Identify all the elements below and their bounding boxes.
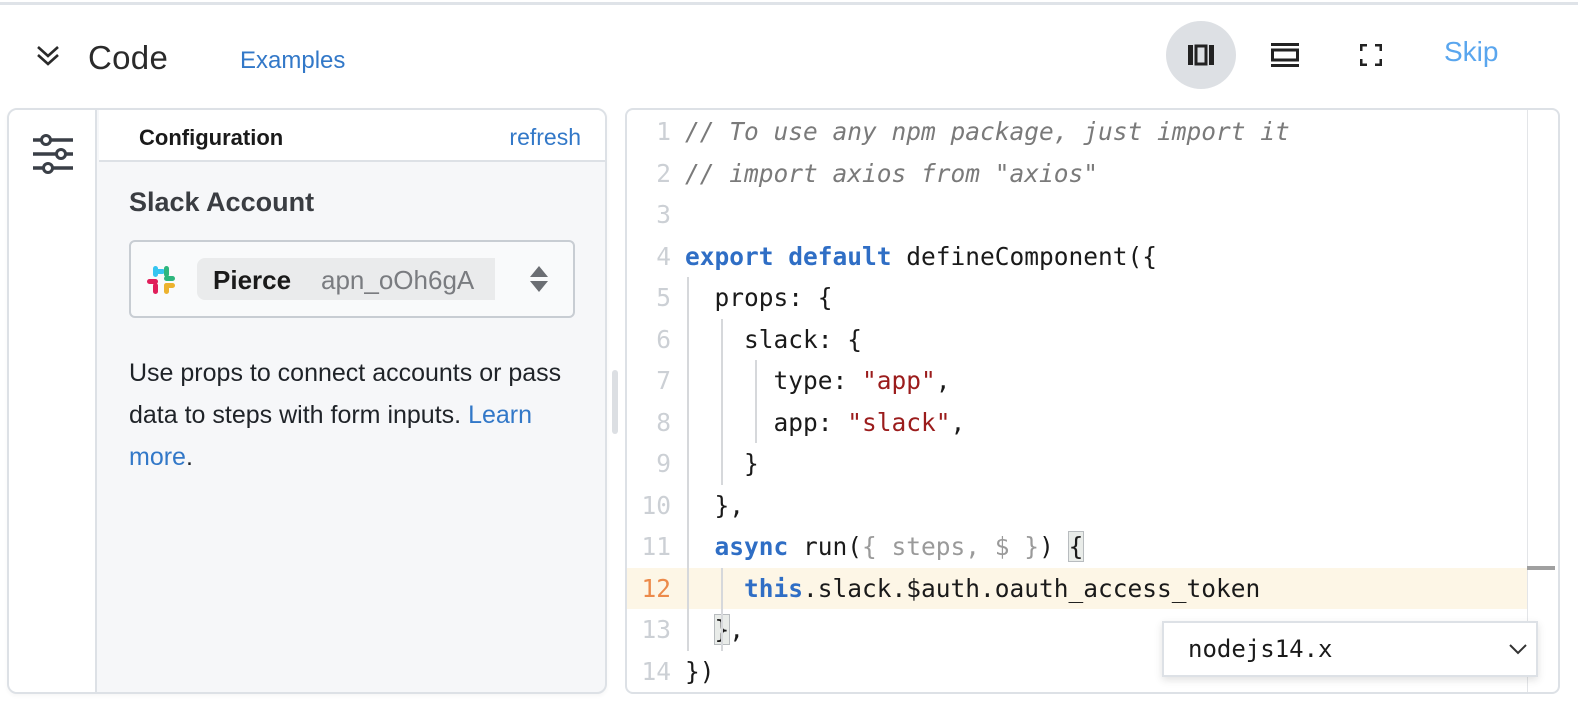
split-view-button[interactable] bbox=[1166, 21, 1236, 89]
code-line[interactable]: 4 export default defineComponent({ bbox=[627, 236, 1527, 278]
refresh-button[interactable]: refresh bbox=[509, 124, 581, 151]
configuration-header: Configuration refresh bbox=[99, 110, 605, 162]
line-number: 11 bbox=[641, 532, 671, 561]
columns-icon bbox=[1188, 44, 1214, 66]
panel-resize-handle[interactable] bbox=[612, 370, 618, 434]
code-header: Code Examples Skip bbox=[0, 5, 1578, 105]
code-line[interactable]: 1 // To use any npm package, just import … bbox=[627, 111, 1527, 153]
code-line[interactable]: 12 this.slack.$auth.oauth_access_token bbox=[627, 567, 1527, 609]
configuration-title: Configuration bbox=[139, 125, 284, 150]
editor-overview-ruler bbox=[1527, 110, 1528, 692]
code-text: }) bbox=[685, 656, 715, 686]
indent-guide bbox=[721, 567, 723, 651]
line-number: 1 bbox=[656, 117, 671, 146]
indent-guide bbox=[721, 318, 723, 485]
code-text: slack: { bbox=[685, 324, 863, 354]
code-editor[interactable]: 1 // To use any npm package, just import … bbox=[625, 108, 1560, 694]
account-chip: Pierce apn_oOh6gA bbox=[197, 258, 495, 300]
code-line[interactable]: 9 } bbox=[627, 443, 1527, 485]
editor-scrollbar[interactable] bbox=[1527, 566, 1555, 570]
select-updown-icon bbox=[530, 266, 548, 292]
code-text: async run({ steps, $ }) { bbox=[714, 531, 1085, 562]
code-text: }, bbox=[685, 609, 744, 651]
line-number: 12 bbox=[641, 573, 671, 603]
code-text: export default defineComponent({ bbox=[685, 241, 1158, 271]
code-line[interactable]: 2 // import axios from "axios" bbox=[627, 153, 1527, 195]
chevron-down-icon bbox=[1509, 644, 1527, 655]
skip-button[interactable]: Skip bbox=[1444, 36, 1498, 68]
code-line[interactable]: 6 slack: { bbox=[627, 319, 1527, 361]
code-text: this.slack.$auth.oauth_access_token bbox=[744, 573, 1261, 603]
code-text: type: "app", bbox=[685, 366, 951, 395]
props-help-text: Use props to connect accounts or pass da… bbox=[129, 352, 589, 478]
indent-guide bbox=[687, 277, 689, 651]
code-text: app: "slack", bbox=[685, 407, 966, 437]
line-number: 9 bbox=[656, 449, 671, 478]
line-number: 6 bbox=[656, 324, 671, 354]
panel-sidebar bbox=[9, 110, 97, 692]
expand-icon bbox=[1360, 44, 1382, 66]
code-line[interactable]: 5 props: { bbox=[627, 277, 1527, 319]
fullscreen-button[interactable] bbox=[1336, 21, 1406, 89]
line-number: 5 bbox=[656, 283, 671, 312]
line-number: 14 bbox=[641, 656, 671, 686]
configuration-panel: Configuration refresh Slack Account Pier… bbox=[7, 108, 607, 694]
account-id: apn_oOh6gA bbox=[321, 265, 475, 295]
line-number: 8 bbox=[656, 407, 671, 437]
line-number: 13 bbox=[641, 615, 671, 644]
code-line[interactable]: 3 bbox=[627, 194, 1527, 236]
slack-logo-icon bbox=[147, 266, 175, 294]
stacked-view-button[interactable] bbox=[1250, 21, 1320, 89]
chevron-double-down-icon[interactable] bbox=[32, 41, 64, 73]
sliders-icon[interactable] bbox=[31, 132, 75, 176]
code-text: }, bbox=[685, 490, 745, 520]
account-name: Pierce bbox=[213, 265, 292, 295]
examples-link[interactable]: Examples bbox=[240, 47, 345, 75]
line-number: 7 bbox=[656, 366, 671, 395]
code-line[interactable]: 7 type: "app", bbox=[627, 360, 1527, 402]
runtime-select[interactable]: nodejs14.x bbox=[1162, 621, 1538, 677]
code-text: // To use any npm package, just import i… bbox=[685, 117, 1290, 146]
help-text-period: . bbox=[185, 443, 193, 471]
code-line[interactable]: 8 app: "slack", bbox=[627, 402, 1527, 444]
section-title: Code bbox=[88, 39, 169, 76]
line-number: 4 bbox=[656, 241, 671, 271]
slack-account-select[interactable]: Pierce apn_oOh6gA bbox=[129, 240, 575, 318]
code-text: // import axios from "axios" bbox=[685, 158, 1099, 188]
line-number: 10 bbox=[641, 490, 671, 520]
code-line[interactable]: 10 }, bbox=[627, 485, 1527, 527]
slack-account-label: Slack Account bbox=[129, 187, 315, 217]
indent-guide bbox=[755, 360, 757, 443]
code-text: props: { bbox=[685, 283, 833, 312]
code-line[interactable]: 11 async run({ steps, $ }) { bbox=[627, 526, 1527, 568]
line-number: 3 bbox=[656, 200, 671, 229]
runtime-value: nodejs14.x bbox=[1188, 635, 1333, 663]
line-number: 2 bbox=[656, 158, 671, 188]
rows-icon bbox=[1271, 43, 1299, 67]
